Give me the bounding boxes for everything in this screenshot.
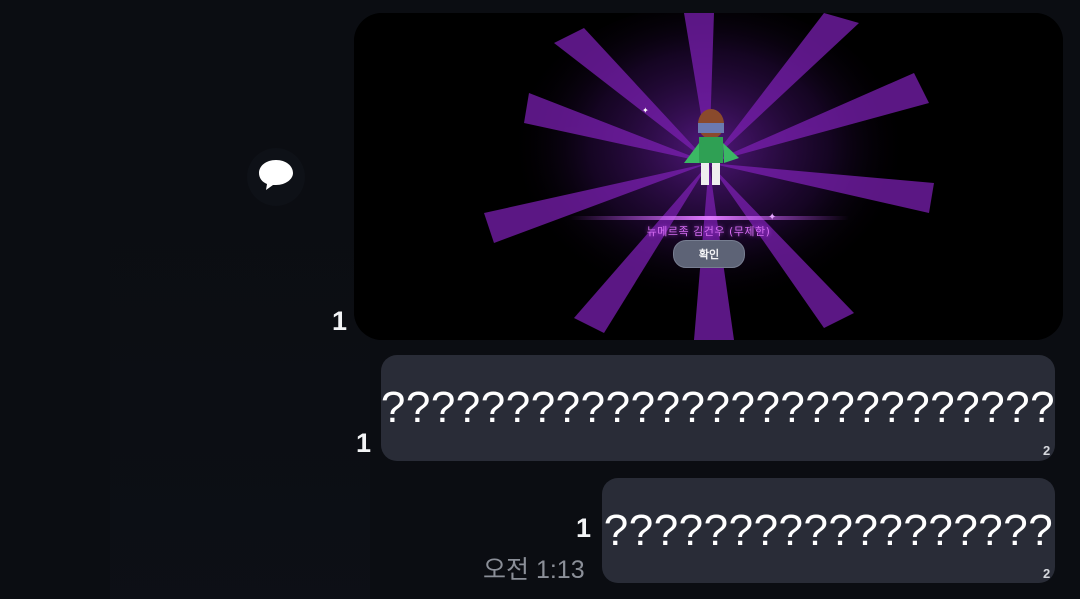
unread-count: 1 [332, 306, 348, 336]
speech-bubble-icon [258, 158, 294, 196]
message-bubble[interactable]: ??????????????????????????? [381, 355, 1055, 461]
background-shade [110, 200, 370, 599]
game-confirm-button: 확인 [673, 240, 745, 268]
message-text: ?????????????????? [603, 505, 1054, 555]
message-bubble[interactable]: ?????????????????? [602, 478, 1055, 583]
reaction-count: 2 [1043, 443, 1051, 458]
game-character-name: 뉴메르족 김건우 (무제한) [646, 225, 771, 238]
game-screenshot: ✦ ✦ [354, 13, 1063, 340]
svg-text:✦: ✦ [768, 212, 776, 223]
unread-count: 1 [576, 513, 592, 543]
message-text: ??????????????????????????? [380, 383, 1056, 432]
image-message[interactable]: ✦ ✦ 뉴메르족 김건우 (무제한) 확인 [354, 13, 1063, 340]
reaction-count: 2 [1043, 566, 1051, 581]
message-timestamp: 오전 1:13 [483, 556, 585, 584]
unread-count: 1 [356, 428, 372, 458]
svg-text:✦: ✦ [642, 106, 649, 115]
reply-button[interactable] [247, 148, 305, 206]
